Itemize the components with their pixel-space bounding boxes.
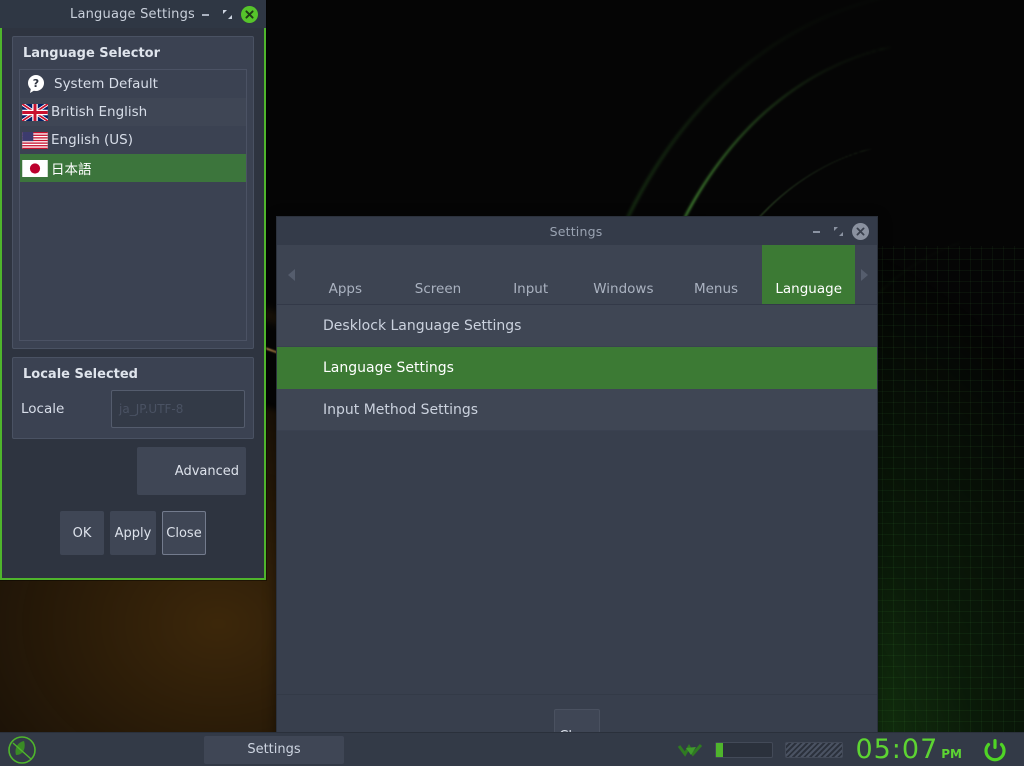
language-close-label: Close bbox=[166, 525, 202, 541]
language-list-item-label: British English bbox=[51, 104, 148, 120]
chevron-right-icon[interactable] bbox=[857, 267, 871, 283]
tab-menus[interactable]: Menus bbox=[670, 245, 763, 304]
ok-button[interactable]: OK bbox=[60, 511, 104, 555]
flag-us-icon bbox=[22, 131, 48, 149]
language-selector-title: Language Selector bbox=[23, 46, 161, 61]
language-selector-frame: Language Selector ? System Default Briti… bbox=[12, 36, 254, 349]
language-list-item-label: System Default bbox=[54, 76, 158, 92]
clock-ampm: PM bbox=[941, 747, 962, 761]
settings-item-label: Input Method Settings bbox=[323, 401, 479, 418]
settings-item-label: Language Settings bbox=[323, 359, 454, 376]
language-close-button[interactable]: Close bbox=[162, 511, 206, 555]
language-list-item-label: English (US) bbox=[51, 132, 134, 148]
task-list: Settings bbox=[44, 735, 677, 764]
enlightenment-leaf-icon bbox=[8, 735, 36, 764]
settings-item-input-method[interactable]: Input Method Settings bbox=[277, 389, 877, 431]
settings-tabbar[interactable]: Apps Screen Input Windows Menus Language bbox=[277, 245, 877, 305]
language-titlebar[interactable]: Language Settings bbox=[0, 0, 266, 28]
tab-label: Language bbox=[775, 281, 842, 297]
hatched-gadget[interactable] bbox=[785, 741, 844, 758]
settings-item-language-settings[interactable]: Language Settings bbox=[277, 347, 877, 389]
locale-selected-frame: Locale Selected Locale ja_JP.UTF-8 bbox=[12, 357, 254, 439]
locale-value: ja_JP.UTF-8 bbox=[119, 402, 184, 416]
tab-label: Input bbox=[513, 281, 549, 297]
settings-content-area bbox=[277, 431, 877, 694]
chevron-left-icon[interactable] bbox=[285, 267, 299, 283]
flag-uk-icon bbox=[22, 103, 48, 121]
tab-label: Menus bbox=[693, 281, 739, 297]
advanced-button[interactable]: Advanced bbox=[137, 447, 246, 495]
desktop: Settings Apps Screen Input Windows Menus… bbox=[0, 0, 1024, 766]
advanced-row: Advanced bbox=[12, 439, 254, 495]
minimize-icon[interactable] bbox=[805, 220, 827, 242]
question-mark-icon: ? bbox=[28, 75, 44, 93]
ok-label: OK bbox=[72, 525, 92, 541]
language-button-row: OK Apply Close bbox=[12, 495, 254, 555]
language-list-item-british-english[interactable]: British English bbox=[20, 98, 246, 126]
settings-window-title: Settings bbox=[549, 223, 603, 239]
language-list[interactable]: ? System Default British English English… bbox=[19, 69, 247, 341]
language-window-body: Language Selector ? System Default Briti… bbox=[2, 28, 264, 555]
language-list-item-system-default[interactable]: ? System Default bbox=[20, 70, 246, 98]
language-window-title: Language Settings bbox=[70, 6, 194, 22]
language-list-item-label: 日本語 bbox=[51, 162, 92, 178]
language-list-item-english-us[interactable]: English (US) bbox=[20, 126, 246, 154]
maximize-icon[interactable] bbox=[827, 220, 849, 242]
tab-language[interactable]: Language bbox=[762, 245, 856, 304]
maximize-icon[interactable] bbox=[216, 3, 238, 25]
settings-item-list: Desklock Language Settings Language Sett… bbox=[277, 305, 877, 431]
apply-button[interactable]: Apply bbox=[110, 511, 156, 555]
flag-japan-icon bbox=[22, 159, 48, 177]
locale-selected-title: Locale Selected bbox=[23, 367, 138, 382]
language-list-item-japanese[interactable]: 日本語 bbox=[20, 154, 246, 182]
taskbar-shelf[interactable]: Settings 05:07 PM bbox=[0, 732, 1024, 766]
apply-label: Apply bbox=[114, 525, 152, 541]
tab-windows[interactable]: Windows bbox=[577, 245, 670, 304]
settings-item-label: Desklock Language Settings bbox=[323, 317, 522, 334]
minimize-icon[interactable] bbox=[194, 3, 216, 25]
tab-label: Windows bbox=[593, 281, 654, 297]
settings-titlebar[interactable]: Settings bbox=[277, 217, 877, 245]
system-tray: 05:07 PM bbox=[677, 735, 1024, 765]
svg-text:?: ? bbox=[33, 77, 39, 90]
power-icon bbox=[984, 738, 1006, 761]
meter-gadget[interactable] bbox=[715, 741, 774, 758]
tab-label: Screen bbox=[414, 281, 462, 297]
locale-input[interactable]: ja_JP.UTF-8 bbox=[111, 390, 245, 428]
advanced-label: Advanced bbox=[174, 463, 239, 479]
start-button[interactable] bbox=[0, 733, 44, 766]
task-button-label: Settings bbox=[247, 742, 301, 757]
close-icon[interactable] bbox=[849, 220, 871, 242]
clock-time: 05:07 bbox=[855, 734, 939, 765]
tab-screen[interactable]: Screen bbox=[392, 245, 485, 304]
locale-row: Locale ja_JP.UTF-8 bbox=[13, 390, 253, 428]
tab-input[interactable]: Input bbox=[484, 245, 577, 304]
tab-label: Apps bbox=[328, 281, 363, 297]
settings-item-desklock-language[interactable]: Desklock Language Settings bbox=[277, 305, 877, 347]
task-button-settings[interactable]: Settings bbox=[204, 735, 344, 764]
green-arrow-icon[interactable] bbox=[677, 743, 703, 757]
close-icon[interactable] bbox=[238, 3, 260, 25]
clock[interactable]: 05:07 PM bbox=[855, 736, 968, 763]
power-button[interactable] bbox=[980, 735, 1016, 765]
tab-apps[interactable]: Apps bbox=[299, 245, 392, 304]
locale-label: Locale bbox=[21, 401, 65, 417]
settings-window[interactable]: Settings Apps Screen Input Windows Menus… bbox=[276, 216, 878, 766]
meter-fill bbox=[716, 742, 724, 757]
language-settings-window[interactable]: Language Settings Language Selector ? Sy… bbox=[0, 0, 266, 580]
